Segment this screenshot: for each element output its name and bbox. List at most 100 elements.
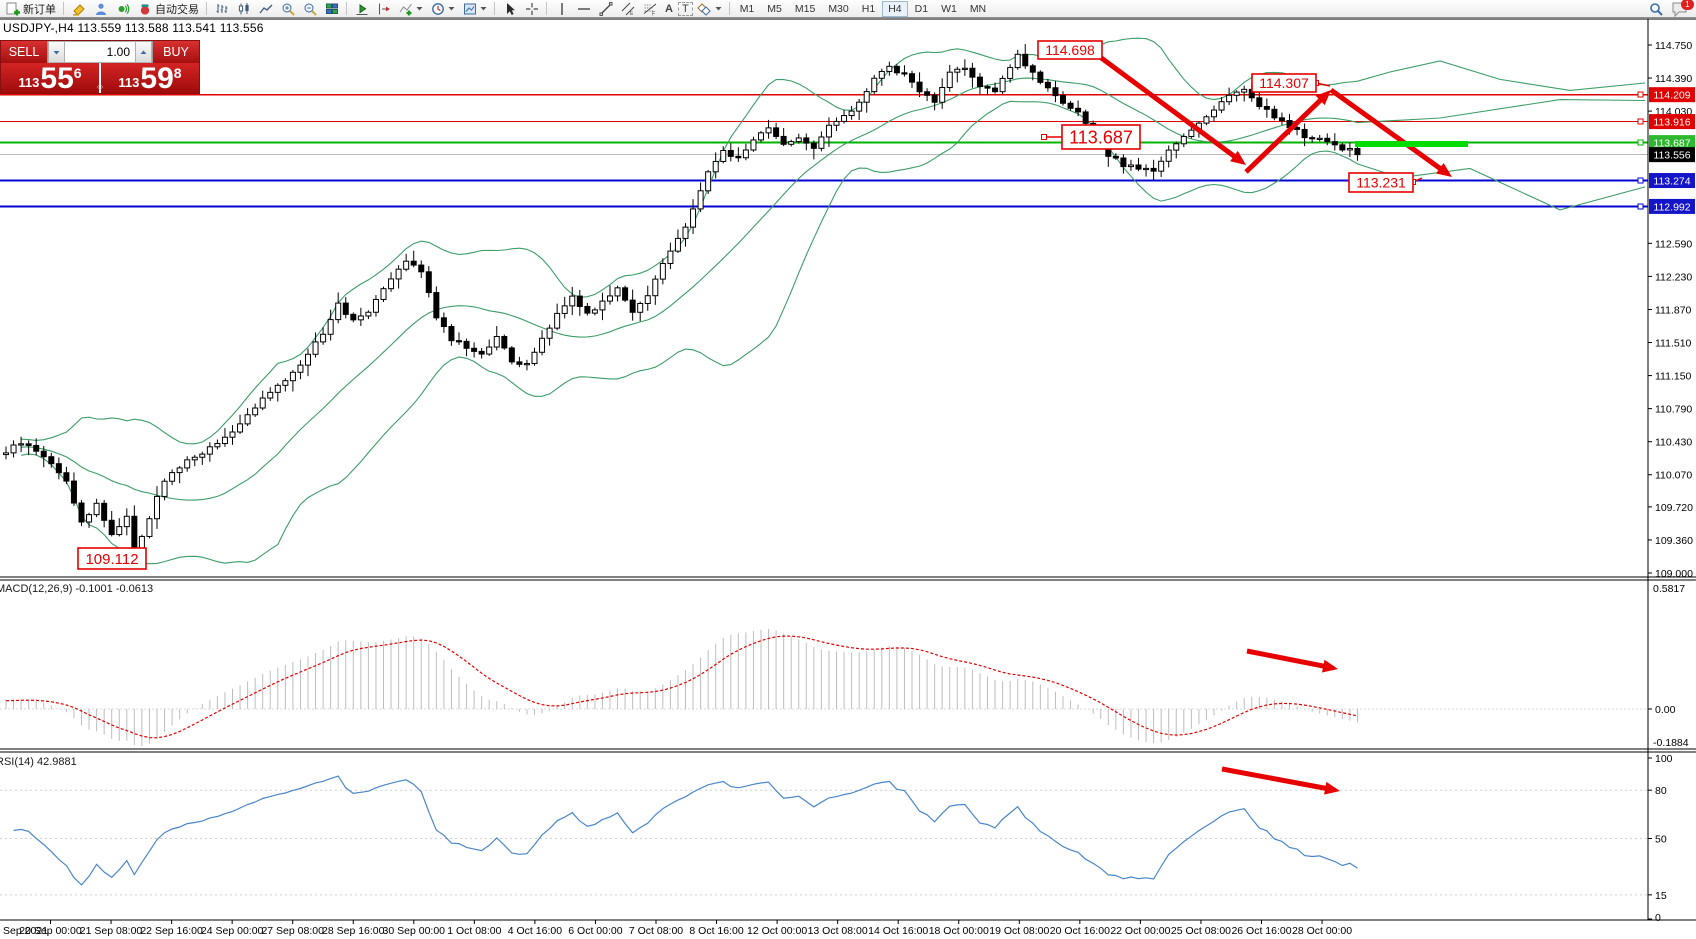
separator: [546, 2, 547, 15]
timeframe-m1[interactable]: M1: [734, 1, 761, 17]
templates-button[interactable]: [459, 1, 490, 17]
chart-candles-button[interactable]: [233, 1, 254, 17]
svg-text:F: F: [652, 11, 655, 16]
svg-text:20 Oct 16:00: 20 Oct 16:00: [1050, 925, 1110, 937]
bid-prefix: 113: [18, 75, 39, 90]
dropdown-arrow-icon: [416, 1, 423, 16]
timeframe-d1[interactable]: D1: [909, 1, 934, 17]
svg-text:112.230: 112.230: [1655, 271, 1692, 283]
rsi-panel[interactable]: 1008050150: [0, 753, 1673, 924]
sell-button[interactable]: SELL: [1, 41, 47, 63]
svg-text:0.5817: 0.5817: [1653, 583, 1685, 595]
price-axis[interactable]: 114.750114.390114.030112.590112.230111.8…: [1648, 40, 1695, 580]
chart-annotations[interactable]: 114.698 114.307 113.687 113.231 109.112: [78, 41, 1468, 795]
trendline-tool-button[interactable]: [595, 1, 616, 17]
svg-text:50: 50: [1655, 834, 1667, 846]
svg-text:113.231: 113.231: [1356, 175, 1406, 191]
svg-text:1 Oct 08:00: 1 Oct 08:00: [447, 925, 501, 937]
svg-text:110.790: 110.790: [1655, 404, 1692, 416]
price-annotation[interactable]: 113.231: [1349, 173, 1413, 192]
timeframe-h1[interactable]: H1: [856, 1, 881, 17]
svg-text:114.390: 114.390: [1655, 73, 1692, 85]
volume-decrease-button[interactable]: [48, 41, 65, 63]
chart-shift-icon: [376, 1, 391, 16]
periods-button[interactable]: [427, 1, 458, 17]
chart-shift-button[interactable]: [373, 1, 394, 17]
ask-prefix: 113: [118, 75, 139, 90]
highlighter-button[interactable]: [68, 1, 89, 17]
price-annotation[interactable]: 113.687: [1062, 125, 1140, 149]
auto-scroll-button[interactable]: [351, 1, 372, 17]
svg-text:27 Sep 08:00: 27 Sep 08:00: [261, 925, 324, 937]
cursor-button[interactable]: [499, 1, 520, 17]
fibonacci-tool-button[interactable]: F: [639, 1, 660, 17]
svg-text:109.720: 109.720: [1655, 502, 1693, 514]
search-icon[interactable]: [1648, 2, 1663, 17]
chat-button[interactable]: 1: [1671, 1, 1691, 17]
trendline-icon: [598, 1, 613, 16]
svg-text:113.916: 113.916: [1653, 117, 1690, 129]
chart-ohlc-quote: USDJPY-,H4 113.559 113.588 113.541 113.5…: [3, 21, 264, 35]
svg-text:114.698: 114.698: [1045, 42, 1095, 58]
crosshair-button[interactable]: [521, 1, 542, 17]
svg-text:E: E: [630, 11, 634, 16]
ask-big-digits: 59: [140, 66, 173, 92]
timeframe-w1[interactable]: W1: [935, 1, 963, 17]
svg-text:109.360: 109.360: [1655, 535, 1693, 547]
svg-text:28 Oct 00:00: 28 Oct 00:00: [1292, 925, 1352, 937]
shapes-tool-button[interactable]: [694, 1, 725, 17]
label-tool-button[interactable]: T: [678, 2, 693, 16]
dropdown-arrow-icon: [448, 1, 455, 16]
svg-text:114.307: 114.307: [1259, 75, 1309, 91]
price-annotation[interactable]: 109.112: [78, 548, 146, 569]
svg-text:111.150: 111.150: [1655, 371, 1692, 383]
svg-text:12 Oct 00:00: 12 Oct 00:00: [747, 925, 807, 937]
timeframe-mn[interactable]: MN: [964, 1, 992, 17]
price-annotation[interactable]: 114.307: [1252, 74, 1316, 92]
zoom-out-button[interactable]: [299, 1, 320, 17]
zoom-in-button[interactable]: [277, 1, 298, 17]
ask-price[interactable]: 113 59 8: [101, 63, 199, 93]
crosshair-icon: [524, 1, 539, 16]
spread-marker: ◇: [97, 82, 103, 91]
svg-text:0: 0: [1655, 912, 1661, 924]
hline-tool-button[interactable]: [573, 1, 594, 17]
community-button[interactable]: [90, 1, 111, 17]
timeframe-h4[interactable]: H4: [882, 1, 907, 17]
chart-bars-button[interactable]: [211, 1, 232, 17]
text-tool-button[interactable]: A: [661, 3, 677, 15]
zoom-in-icon: [280, 1, 295, 16]
chart-window[interactable]: 0.58170.00-0.18841008050150114.750114.39…: [0, 0, 1696, 939]
indicators-icon: [398, 1, 413, 16]
tile-windows-button[interactable]: [321, 1, 342, 17]
broadcast-button[interactable]: [112, 1, 133, 17]
bid-price[interactable]: 113 55 6: [1, 63, 99, 93]
indicators-button[interactable]: [395, 1, 426, 17]
svg-text:113.274: 113.274: [1653, 176, 1690, 188]
timeframe-m5[interactable]: M5: [761, 1, 788, 17]
buy-button[interactable]: BUY: [153, 41, 199, 63]
svg-text:112.992: 112.992: [1653, 201, 1690, 213]
cursor-icon: [502, 1, 517, 16]
autotrade-button[interactable]: 自动交易: [134, 1, 202, 17]
new-order-button[interactable]: 新订单: [2, 1, 59, 17]
hline-icon: [576, 1, 591, 16]
svg-text:25 Oct 08:00: 25 Oct 08:00: [1171, 925, 1231, 937]
volume-input[interactable]: 1.00: [65, 41, 135, 63]
volume-increase-button[interactable]: [135, 41, 152, 63]
svg-text:109.112: 109.112: [85, 551, 138, 568]
timeframe-m15[interactable]: M15: [789, 1, 821, 17]
chart-line-button[interactable]: [255, 1, 276, 17]
price-annotation[interactable]: 114.698: [1038, 41, 1102, 59]
bid-pip-digit: 6: [74, 65, 82, 81]
svg-text:4 Oct 16:00: 4 Oct 16:00: [508, 925, 562, 937]
vline-tool-button[interactable]: [551, 1, 572, 17]
support-highlight-bar: [1355, 141, 1468, 147]
time-axis[interactable]: Sep 202120 Sep 00:0021 Sep 08:0022 Sep 1…: [3, 920, 1352, 937]
channel-tool-button[interactable]: E: [617, 1, 638, 17]
macd-panel[interactable]: 0.58170.00-0.1884: [0, 583, 1689, 749]
chat-notification-badge: 1: [1681, 0, 1694, 10]
svg-text:15: 15: [1655, 890, 1667, 902]
svg-text:113.687: 113.687: [1069, 127, 1133, 147]
timeframe-m30[interactable]: M30: [822, 1, 854, 17]
